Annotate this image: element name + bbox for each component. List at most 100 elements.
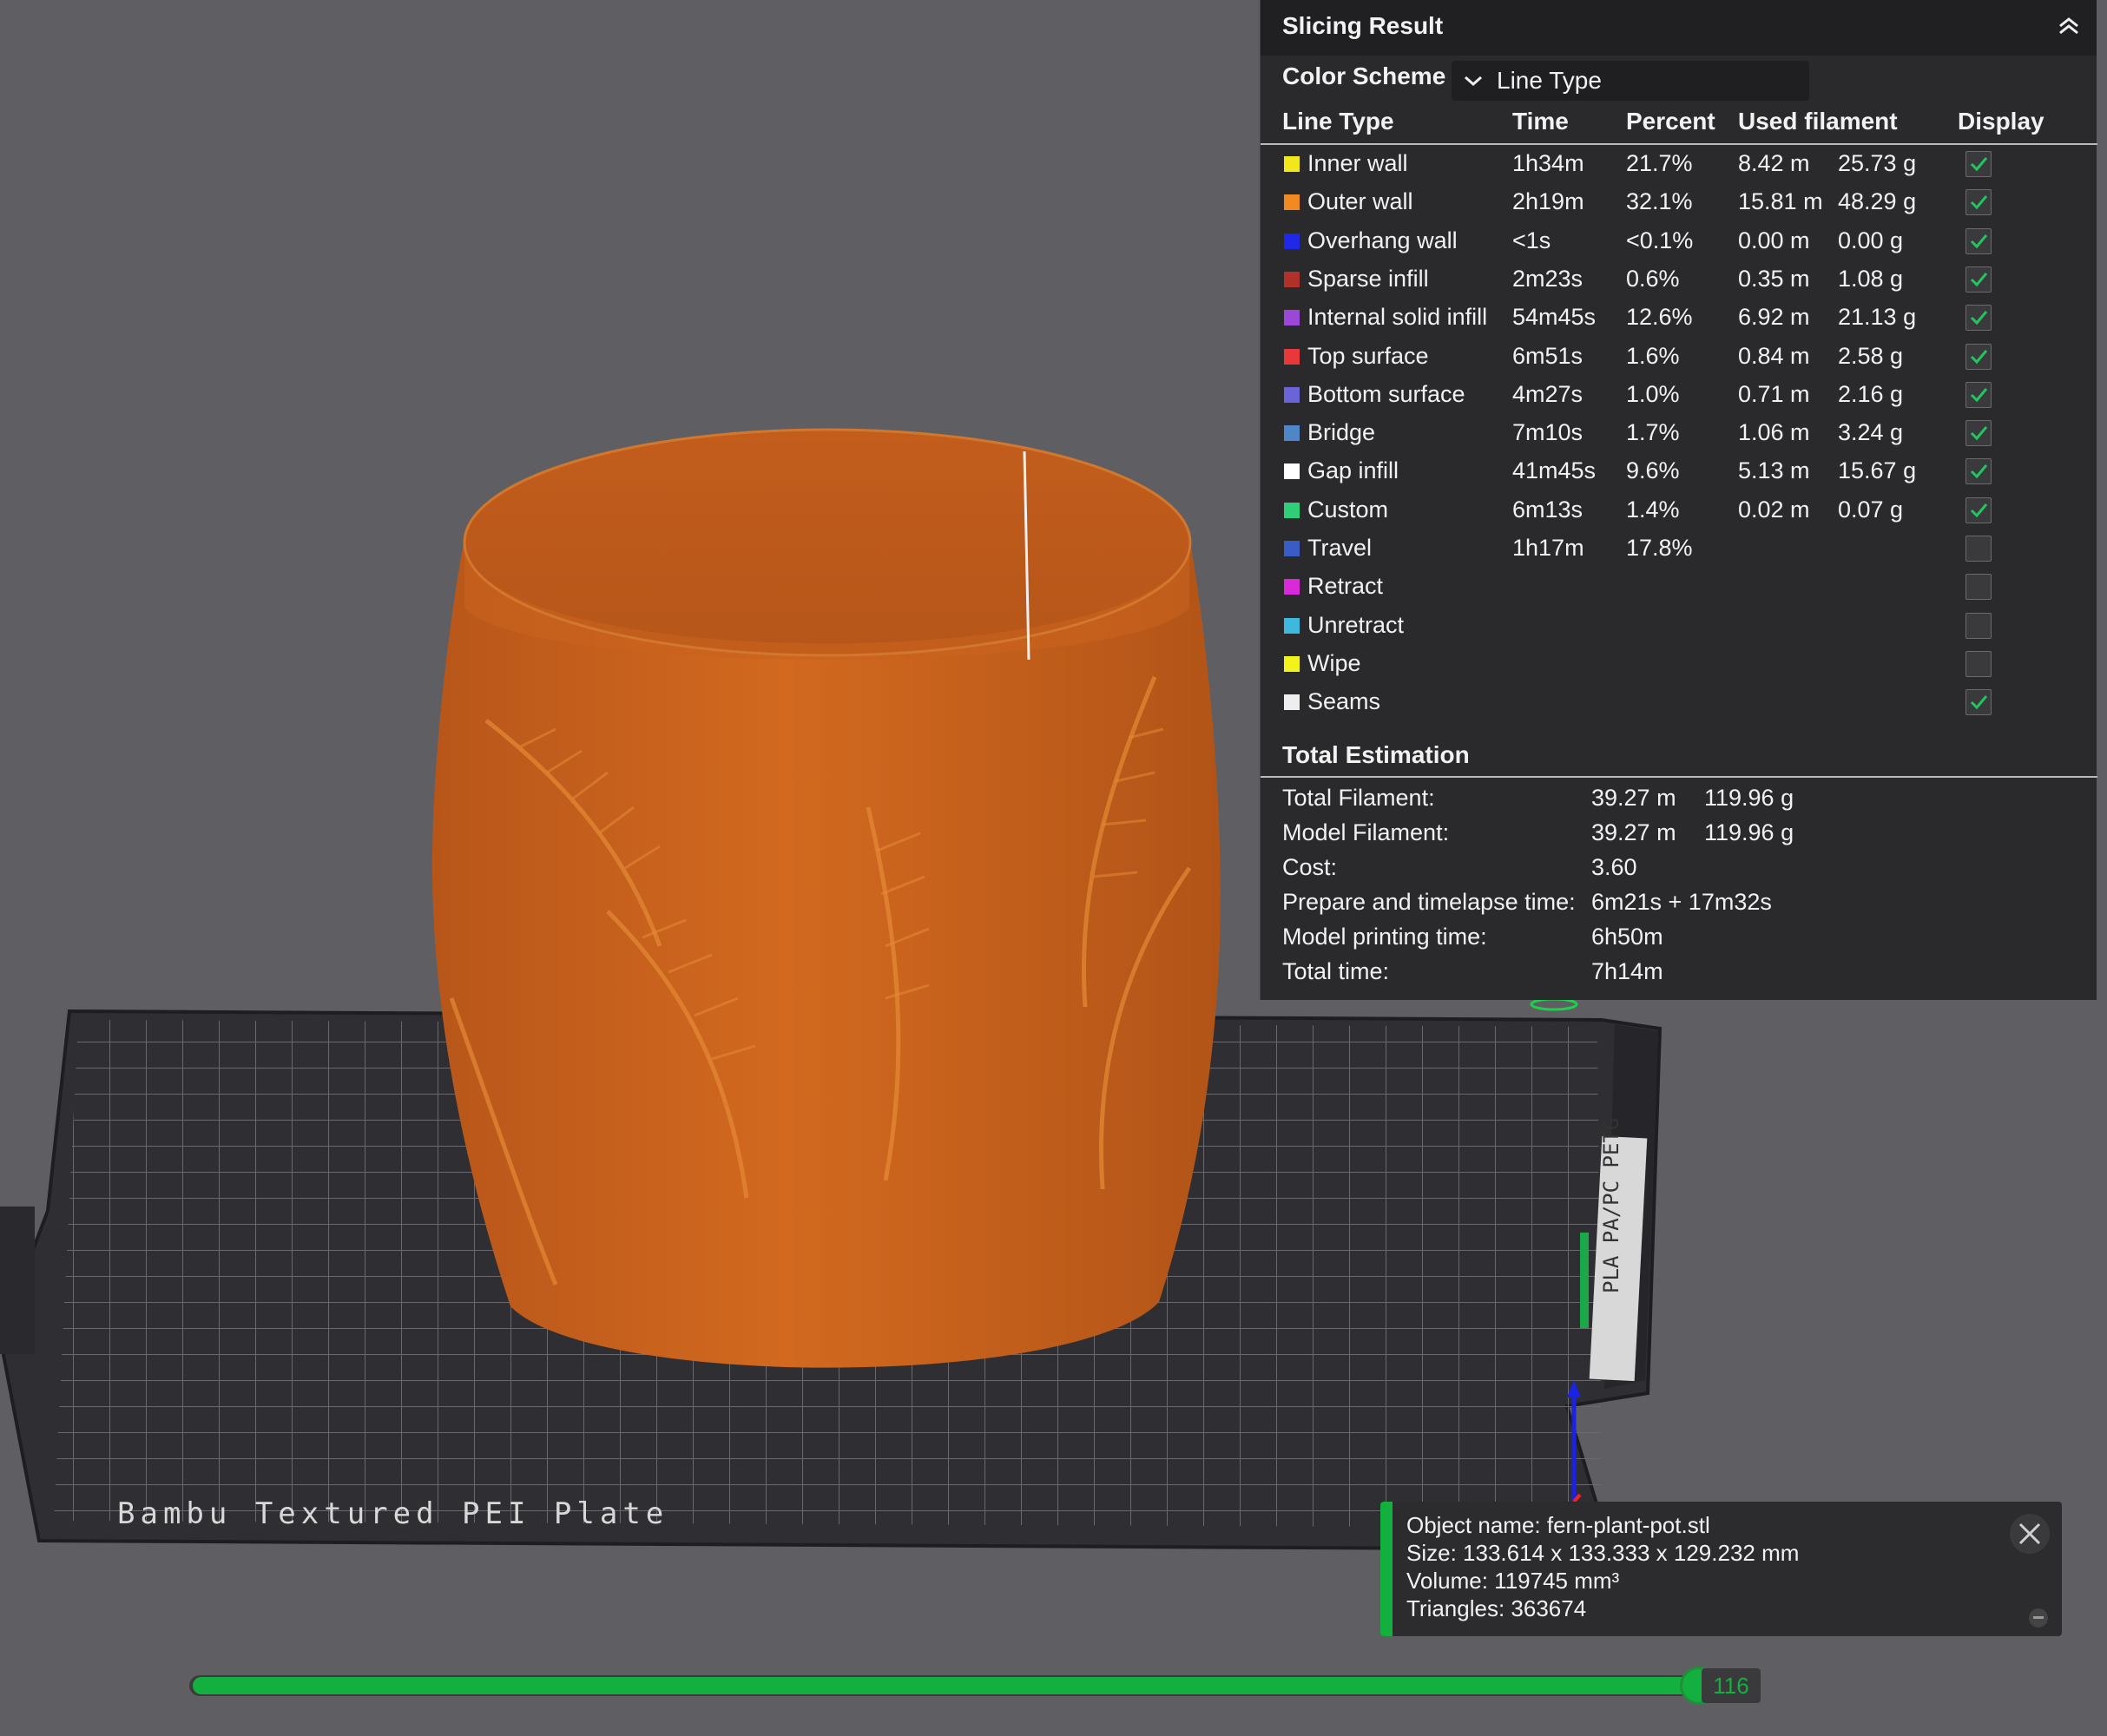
color-swatch [1284, 233, 1300, 249]
layer-slider[interactable]: 116 [189, 1665, 1761, 1708]
display-checkbox[interactable] [1965, 189, 1992, 216]
cell-percent: 17.8% [1626, 535, 1693, 561]
cell-length: 0.71 m [1738, 380, 1810, 407]
line-type-row: Unretract [1261, 608, 2097, 646]
cell-time: 54m45s [1512, 304, 1597, 331]
display-checkbox[interactable] [1965, 343, 1992, 370]
plate-origin-marker [1530, 997, 1578, 1011]
cell-time: 2m23s [1512, 265, 1584, 292]
cell-weight: 2.16 g [1838, 380, 1904, 407]
check-icon [1970, 387, 1988, 403]
total-value1: 7h14m [1591, 958, 1663, 984]
display-checkbox[interactable] [1965, 381, 1992, 408]
color-swatch [1284, 464, 1300, 480]
object-triangles: Triangles: 363674 [1406, 1595, 1587, 1621]
line-type-row: Sparse infill 2m23s 0.6% 0.35 m 1.08 g [1261, 261, 2097, 299]
object-info-panel: Object name: fern-plant-pot.stl Size: 13… [1380, 1502, 2062, 1636]
display-checkbox[interactable] [1965, 266, 1992, 293]
display-checkbox[interactable] [1965, 496, 1992, 523]
cell-weight: 0.00 g [1838, 227, 1904, 253]
color-swatch [1284, 310, 1300, 326]
total-value1: 6h50m [1591, 924, 1663, 950]
display-checkbox[interactable] [1965, 420, 1992, 447]
check-icon [1970, 272, 1988, 287]
check-icon [1970, 311, 1988, 326]
panel-header: Slicing Result [1261, 0, 2097, 56]
check-icon [1970, 157, 1988, 172]
color-scheme-value: Line Type [1497, 67, 1602, 94]
color-swatch [1284, 386, 1300, 403]
total-label: Total Filament: [1282, 785, 1435, 811]
display-checkbox[interactable] [1965, 227, 1992, 254]
cell-name: Sparse infill [1307, 265, 1429, 292]
line-type-row: Seams [1261, 684, 2097, 722]
total-label: Model Filament: [1282, 819, 1450, 845]
cell-time: 4m27s [1512, 380, 1584, 407]
line-type-row: Retract [1261, 569, 2097, 607]
total-label: Cost: [1282, 854, 1338, 880]
cell-percent: 1.7% [1626, 419, 1680, 446]
check-icon [1970, 695, 1988, 710]
cell-percent: 1.6% [1626, 342, 1680, 369]
collapse-button[interactable] [2051, 9, 2086, 43]
cell-time: 7m10s [1512, 419, 1584, 446]
object-size: Size: 133.614 x 133.333 x 129.232 mm [1406, 1540, 1800, 1566]
display-checkbox[interactable] [1965, 612, 1992, 639]
display-checkbox[interactable] [1965, 151, 1992, 177]
color-swatch [1284, 271, 1300, 287]
minimize-button[interactable] [2029, 1608, 2048, 1628]
cell-name: Bridge [1307, 419, 1376, 446]
model-fern-plant-pot[interactable] [431, 428, 1221, 1368]
color-swatch [1284, 617, 1300, 634]
close-button[interactable] [2010, 1514, 2050, 1554]
cell-name: Travel [1307, 535, 1373, 561]
line-type-row: Travel 1h17m 17.8% [1261, 530, 2097, 569]
total-row: Total time: 7h14m [1261, 955, 2097, 990]
check-icon [1970, 195, 1988, 210]
col-header-time: Time [1512, 108, 1569, 135]
col-header-percent: Percent [1626, 108, 1715, 135]
display-checkbox[interactable] [1965, 305, 1992, 332]
plate-label: Bambu Textured PEI Plate [117, 1496, 668, 1531]
total-value2: 119.96 g [1704, 819, 1794, 845]
display-checkbox[interactable] [1965, 536, 1992, 562]
cell-weight: 48.29 g [1838, 188, 1917, 215]
slider-fill [193, 1677, 1702, 1694]
cell-name: Bottom surface [1307, 380, 1465, 407]
total-label: Model printing time: [1282, 924, 1487, 950]
plate-side-label: PLA PA/PC PETG [1599, 1118, 1623, 1293]
slicing-result-panel: Slicing Result Color Scheme Line Type Li… [1260, 0, 2097, 1000]
display-checkbox[interactable] [1965, 689, 1992, 716]
color-swatch [1284, 541, 1300, 556]
display-checkbox[interactable] [1965, 574, 1992, 601]
total-row: Model Filament: 39.27 m 119.96 g [1261, 816, 2097, 851]
cell-length: 0.35 m [1738, 265, 1810, 292]
layer-number: 116 [1702, 1668, 1761, 1703]
total-value1: 39.27 m [1591, 819, 1676, 845]
chevron-up-double-icon [2059, 17, 2078, 35]
total-label: Prepare and timelapse time: [1282, 889, 1576, 915]
cell-weight: 15.67 g [1838, 457, 1917, 484]
cell-name: Internal solid infill [1307, 304, 1488, 331]
color-scheme-dropdown[interactable]: Line Type [1452, 61, 1809, 101]
cell-length: 0.84 m [1738, 342, 1810, 369]
close-icon [2018, 1522, 2041, 1545]
color-swatch [1284, 502, 1300, 518]
total-estimation-title: Total Estimation [1282, 741, 1470, 768]
line-type-row: Overhang wall <1s <0.1% 0.00 m 0.00 g [1261, 223, 2097, 261]
cell-name: Inner wall [1307, 150, 1408, 176]
header-divider [1261, 143, 2097, 145]
display-checkbox[interactable] [1965, 458, 1992, 485]
cell-percent: 0.6% [1626, 265, 1680, 292]
line-type-row: Custom 6m13s 1.4% 0.02 m 0.07 g [1261, 492, 2097, 530]
cell-percent: 1.0% [1626, 380, 1680, 407]
display-checkbox[interactable] [1965, 650, 1992, 677]
total-row: Total Filament: 39.27 m 119.96 g [1261, 781, 2097, 816]
color-swatch [1284, 348, 1300, 365]
cell-time: 1h34m [1512, 150, 1584, 176]
cell-name: Outer wall [1307, 188, 1413, 215]
check-icon [1970, 464, 1988, 479]
cell-weight: 21.13 g [1838, 304, 1917, 331]
cell-length: 6.92 m [1738, 304, 1810, 331]
cell-name: Wipe [1307, 649, 1361, 676]
